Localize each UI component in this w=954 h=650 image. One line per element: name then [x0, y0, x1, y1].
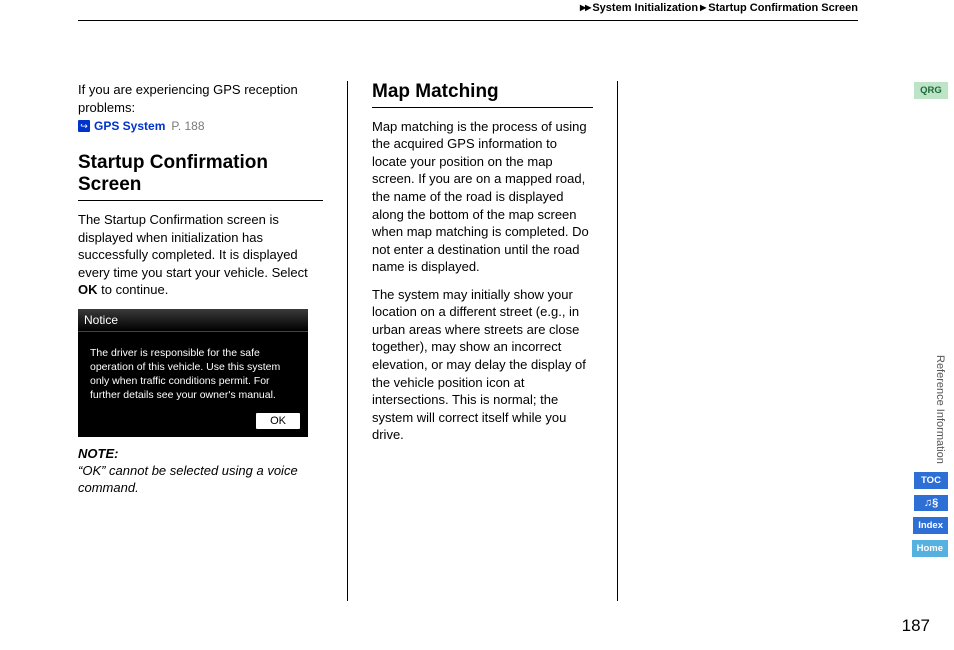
side-tabs: QRG Reference Information TOC ♫§ Index H… — [912, 82, 948, 563]
gps-link-page: P. 188 — [171, 118, 204, 134]
heading-map-matching: Map Matching — [372, 81, 593, 108]
tab-voice-commands[interactable]: ♫§ — [914, 495, 948, 511]
top-rule — [78, 20, 858, 21]
note-body: “OK” cannot be selected using a voice co… — [78, 463, 323, 497]
breadcrumb: System Initialization Startup Confirmatio… — [580, 2, 858, 14]
section-label-vertical: Reference Information — [934, 355, 946, 464]
gps-link-label: GPS System — [94, 118, 165, 134]
link-reference-icon: ↪ — [78, 120, 90, 132]
notice-dialog-body: The driver is responsible for the safe o… — [78, 332, 308, 409]
gps-intro-text: If you are experiencing GPS reception pr… — [78, 81, 323, 116]
notice-dialog-title: Notice — [78, 309, 308, 332]
tab-qrg[interactable]: QRG — [914, 82, 948, 99]
note-label: NOTE: — [78, 445, 323, 463]
column-left: If you are experiencing GPS reception pr… — [78, 81, 348, 601]
column-right: Map Matching Map matching is the process… — [348, 81, 618, 601]
breadcrumb-part-1: System Initialization — [592, 2, 698, 14]
startup-paragraph: The Startup Confirmation screen is displ… — [78, 211, 323, 299]
startup-para-c: to continue. — [98, 282, 169, 297]
breadcrumb-separator-icon — [698, 2, 708, 14]
breadcrumb-arrows-icon — [580, 2, 592, 14]
tab-home[interactable]: Home — [912, 540, 948, 557]
notice-dialog-ok-button: OK — [256, 413, 300, 430]
notice-dialog-screenshot: Notice The driver is responsible for the… — [78, 309, 308, 438]
map-matching-para-2: The system may initially show your locat… — [372, 286, 593, 444]
heading-startup-confirmation: Startup Confirmation Screen — [78, 152, 323, 201]
page-number: 187 — [902, 616, 930, 636]
gps-system-link[interactable]: ↪ GPS System P. 188 — [78, 118, 323, 134]
startup-para-ok: OK — [78, 282, 98, 297]
tab-toc[interactable]: TOC — [914, 472, 948, 489]
map-matching-para-1: Map matching is the process of using the… — [372, 118, 593, 276]
breadcrumb-part-2: Startup Confirmation Screen — [708, 2, 858, 14]
tab-index[interactable]: Index — [913, 517, 948, 534]
startup-para-a: The Startup Confirmation screen is displ… — [78, 212, 308, 280]
